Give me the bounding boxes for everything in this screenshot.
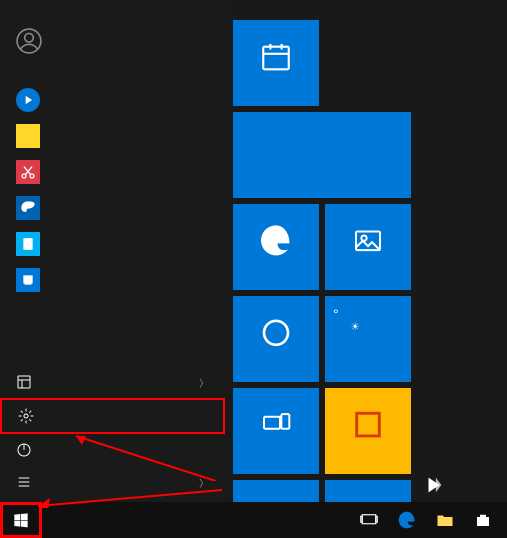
app-paint[interactable]: [0, 190, 225, 226]
tile-skype[interactable]: [325, 480, 411, 502]
group-life[interactable]: [233, 8, 499, 20]
app-getting-started[interactable]: [0, 82, 225, 118]
file-explorer-icon: [16, 374, 32, 390]
calendar-icon: [259, 40, 293, 79]
weather-degree: °: [333, 306, 339, 322]
tile-mail[interactable]: [233, 112, 411, 198]
tile-phone-companion[interactable]: [233, 388, 319, 474]
edge-icon: [258, 222, 294, 263]
cortana-icon: [260, 317, 292, 354]
store-icon: [474, 511, 492, 529]
getting-started-icon: [16, 88, 40, 112]
all-apps-menu[interactable]: 〉: [0, 466, 225, 498]
snipping-tool-icon: [16, 160, 40, 184]
most-used-label: [0, 74, 225, 82]
taskbar-store[interactable]: [465, 502, 501, 538]
power-icon: [16, 442, 32, 458]
chevron-right-icon: 〉: [199, 375, 209, 390]
taskbar: [0, 502, 507, 538]
sticky-notes-icon: [16, 124, 40, 148]
user-icon: [16, 28, 42, 54]
user-account[interactable]: [0, 20, 225, 62]
app-sticky-notes[interactable]: [0, 118, 225, 154]
tile-cortana[interactable]: [233, 296, 319, 382]
power-menu[interactable]: [0, 434, 225, 466]
folder-icon: [436, 511, 454, 529]
freshpaint-icon: [351, 408, 385, 447]
tile-freshpaint[interactable]: [325, 388, 411, 474]
photos-icon: [352, 225, 384, 262]
sun-icon: ☀: [351, 322, 360, 333]
tile-store[interactable]: [233, 480, 319, 502]
tile-calendar[interactable]: [233, 20, 319, 106]
tile-photos[interactable]: [325, 204, 411, 290]
edge-icon: [397, 510, 417, 530]
taskview-icon: [360, 511, 378, 529]
chevron-right-icon: 〉: [199, 475, 209, 490]
gear-icon: [18, 408, 34, 424]
start-button[interactable]: [0, 502, 42, 538]
windows-icon: [13, 512, 29, 528]
app-fax-scan[interactable]: [0, 262, 225, 298]
tile-weather[interactable]: °☀: [325, 296, 411, 382]
tile-edge[interactable]: [233, 204, 319, 290]
phone-companion-icon: [260, 409, 292, 446]
taskbar-edge[interactable]: [389, 502, 425, 538]
app-xps-viewer[interactable]: [0, 226, 225, 262]
app-snipping-tool[interactable]: [0, 154, 225, 190]
paint-icon: [16, 196, 40, 220]
xps-viewer-icon: [16, 232, 40, 256]
taskbar-file-explorer[interactable]: [427, 502, 463, 538]
taskbar-taskview[interactable]: [351, 502, 387, 538]
settings-menu[interactable]: [0, 398, 225, 434]
fax-scan-icon: [16, 268, 40, 292]
list-icon: [16, 474, 32, 490]
watermark: [423, 474, 447, 496]
file-explorer-menu[interactable]: 〉: [0, 366, 225, 398]
